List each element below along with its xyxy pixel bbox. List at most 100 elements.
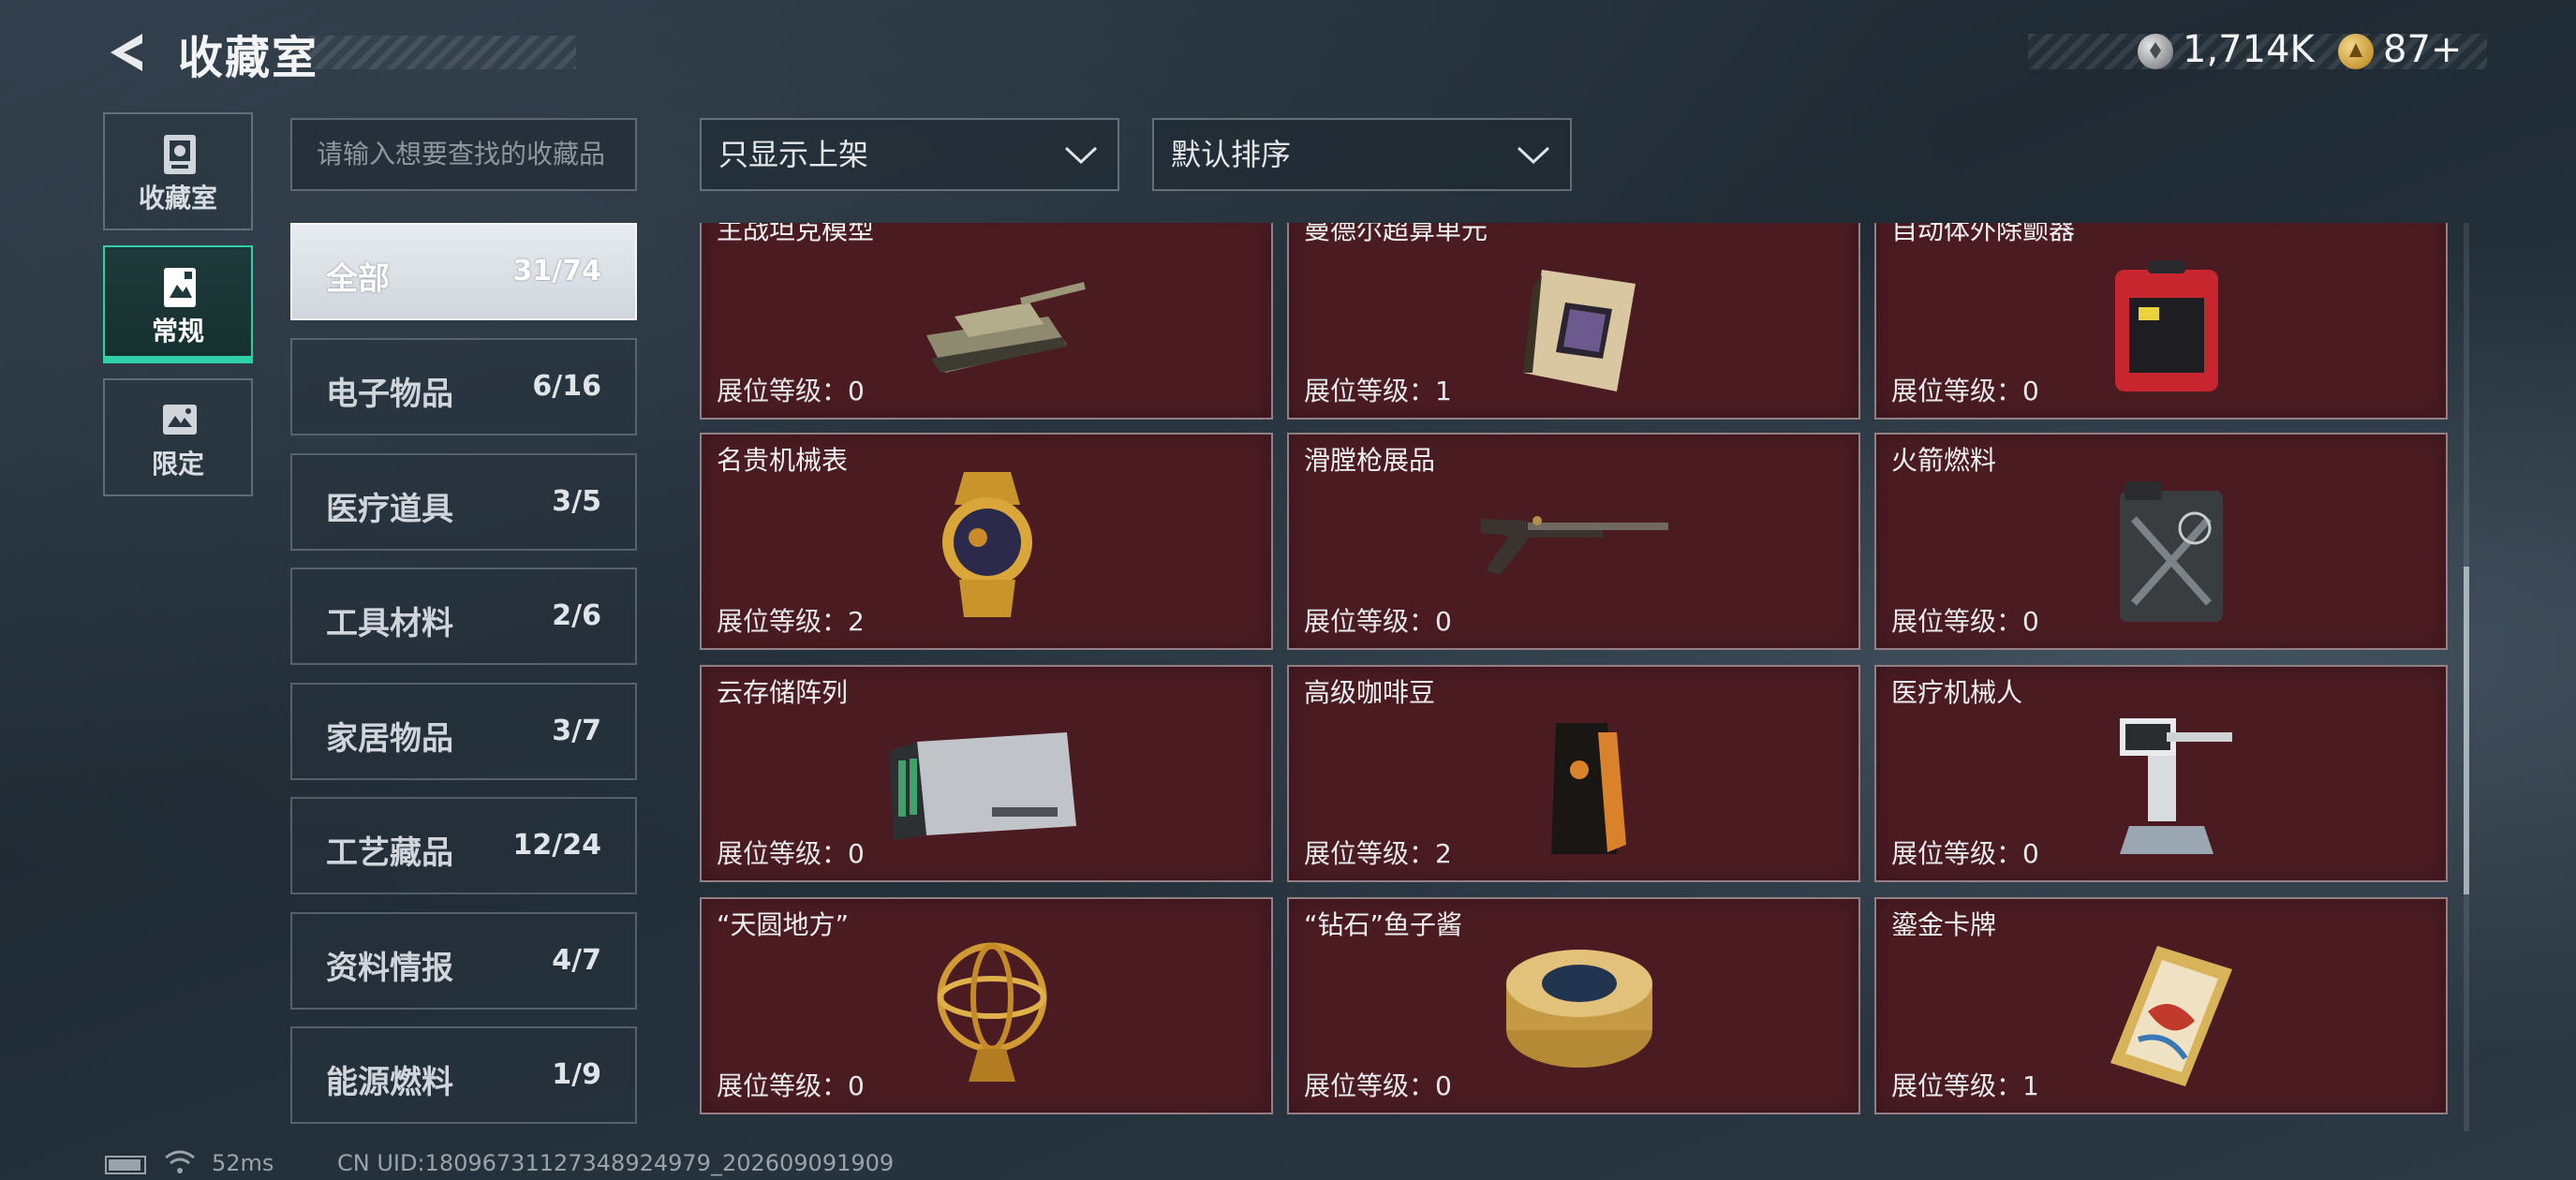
category-count: 4/7 [552, 944, 601, 977]
wifi-icon [165, 1150, 195, 1173]
item-level: 展位等级：1 [1304, 376, 1452, 406]
item-level: 展位等级：0 [1891, 838, 2039, 869]
category-name: 工艺藏品 [326, 834, 453, 872]
item-name: 名贵机械表 [717, 445, 849, 476]
category-count: 1/9 [552, 1058, 601, 1091]
category-name: 电子物品 [326, 376, 453, 413]
display-filter-value: 只显示上架 [718, 137, 869, 172]
collection-card[interactable]: “钻石”鱼子酱 展位等级：0 [1287, 897, 1860, 1114]
category-tools[interactable]: 工具材料 2/6 [290, 568, 637, 665]
collection-card[interactable]: “天圆地方” 展位等级：0 [700, 897, 1273, 1114]
collection-card[interactable]: 自动体外除颤器 展位等级：0 [1874, 223, 2448, 420]
grid-scrollbar-thumb[interactable] [2464, 567, 2469, 894]
ping-value: 52ms [212, 1150, 274, 1176]
collection-card[interactable]: 火箭燃料 展位等级：0 [1874, 433, 2448, 650]
nav-tab-collection-room[interactable]: 收藏室 [103, 112, 253, 230]
nav-tab-limited[interactable]: 限定 [103, 378, 253, 496]
collection-card[interactable]: 曼德尔超算单元 展位等级：1 [1287, 223, 1860, 420]
item-level: 展位等级：0 [1891, 376, 2039, 406]
collection-card[interactable]: 云存储阵列 展位等级：0 [700, 665, 1273, 882]
chevron-down-icon [1517, 146, 1550, 165]
gold-coin-icon [2338, 34, 2374, 69]
item-level: 展位等级：1 [1891, 1070, 2039, 1101]
category-name: 全部 [326, 260, 390, 298]
sort-dropdown[interactable]: 默认排序 [1152, 118, 1572, 191]
nav-tab-label: 常规 [151, 316, 204, 347]
item-name: 医疗机械人 [1891, 677, 2023, 708]
title-decoration [309, 36, 576, 69]
item-level: 展位等级：0 [1304, 606, 1452, 637]
category-electronics[interactable]: 电子物品 6/16 [290, 338, 637, 435]
luxury-watch-icon [942, 472, 1032, 617]
collection-card[interactable]: 鎏金卡牌 展位等级：1 [1874, 897, 2448, 1114]
coffee-bag-icon [1551, 723, 1626, 854]
item-level: 展位等级：0 [717, 376, 865, 406]
silver-currency-value: 1,714K [2183, 28, 2315, 71]
item-name: 主战坦克模型 [717, 223, 875, 245]
armillary-sphere-icon [937, 942, 1047, 1082]
supercomputer-unit-icon [1523, 270, 1636, 391]
collection-card[interactable]: 主战坦克模型 展位等级：0 [700, 223, 1273, 420]
regular-collection-icon [164, 268, 196, 307]
collection-grid: 主战坦克模型 展位等级：0 曼德尔超算单元 展位等级：1 自动体外除颤器 展位等… [698, 223, 2450, 1131]
category-name: 工具材料 [326, 605, 453, 642]
collection-card[interactable]: 滑膛枪展品 展位等级：0 [1287, 433, 1860, 650]
category-count: 3/7 [552, 715, 601, 747]
category-count: 12/24 [512, 829, 601, 862]
item-name: “钻石”鱼子酱 [1304, 909, 1463, 940]
nav-tab-label: 限定 [151, 449, 204, 479]
category-crafts[interactable]: 工艺藏品 12/24 [290, 797, 637, 894]
category-name: 能源燃料 [326, 1064, 453, 1101]
medical-robot-icon [2120, 718, 2232, 854]
category-medical[interactable]: 医疗道具 3/5 [290, 453, 637, 551]
nav-tab-regular[interactable]: 常规 [103, 245, 253, 363]
battery-icon [105, 1156, 146, 1174]
item-level: 展位等级：0 [1304, 1070, 1452, 1101]
category-count: 3/5 [552, 485, 601, 518]
item-name: “天圆地方” [717, 909, 850, 940]
item-level: 展位等级：2 [717, 606, 865, 637]
category-count: 2/6 [552, 599, 601, 632]
category-energy[interactable]: 能源燃料 1/9 [290, 1026, 637, 1124]
musket-icon [1481, 516, 1668, 575]
collection-card[interactable]: 名贵机械表 展位等级：2 [700, 433, 1273, 650]
collection-room-icon [164, 135, 196, 174]
category-count: 31/74 [512, 255, 601, 288]
sort-value: 默认排序 [1171, 137, 1292, 172]
gilded-card-icon [2110, 946, 2232, 1086]
search-input[interactable]: 请输入想要查找的收藏品 [290, 118, 637, 191]
category-name: 资料情报 [326, 950, 453, 987]
category-name: 医疗道具 [326, 491, 453, 528]
category-name: 家居物品 [326, 720, 453, 758]
page-title: 收藏室 [178, 32, 319, 84]
item-name: 鎏金卡牌 [1891, 909, 1997, 940]
category-intel[interactable]: 资料情报 4/7 [290, 912, 637, 1010]
gold-currency-value: 87+ [2383, 28, 2463, 71]
limited-collection-icon [163, 405, 197, 435]
item-level: 展位等级：0 [717, 838, 865, 869]
tank-model-icon [926, 282, 1086, 373]
item-name: 自动体外除颤器 [1891, 223, 2076, 245]
display-filter-dropdown[interactable]: 只显示上架 [700, 118, 1119, 191]
nav-tab-label: 收藏室 [138, 183, 217, 214]
caviar-tin-icon [1506, 950, 1652, 1068]
uid-text: CN UID:18096731127348924979_202609091909 [337, 1150, 895, 1176]
category-count: 6/16 [532, 370, 601, 403]
item-name: 曼德尔超算单元 [1304, 223, 1488, 245]
item-name: 火箭燃料 [1891, 445, 1997, 476]
back-arrow-icon[interactable] [101, 26, 154, 79]
item-name: 云存储阵列 [717, 677, 849, 708]
item-level: 展位等级：0 [1891, 606, 2039, 637]
item-name: 高级咖啡豆 [1304, 677, 1436, 708]
storage-array-icon [889, 732, 1076, 840]
item-level: 展位等级：2 [1304, 838, 1452, 869]
collection-card[interactable]: 医疗机械人 展位等级：0 [1874, 665, 2448, 882]
category-household[interactable]: 家居物品 3/7 [290, 683, 637, 780]
category-all[interactable]: 全部 31/74 [290, 223, 637, 320]
defibrillator-icon [2115, 260, 2218, 391]
item-level: 展位等级：0 [717, 1070, 865, 1101]
silver-coin-icon [2138, 34, 2173, 69]
fuel-canister-icon [2120, 481, 2223, 622]
collection-card[interactable]: 高级咖啡豆 展位等级：2 [1287, 665, 1860, 882]
chevron-down-icon [1064, 146, 1098, 165]
